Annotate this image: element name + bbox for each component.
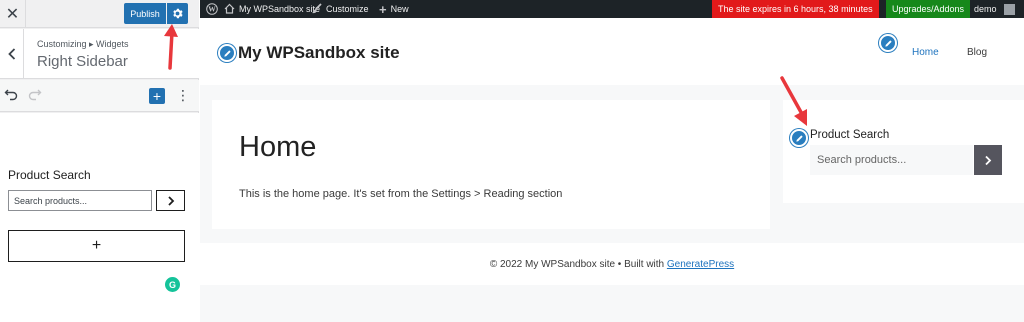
customize-label: Customize (326, 4, 369, 14)
edit-shortcut-icon[interactable] (790, 129, 808, 147)
home-icon (224, 3, 235, 16)
new-label: New (390, 4, 409, 14)
search-input[interactable]: Search products... (8, 190, 152, 211)
right-sidebar-widget: Product Search Search products... (783, 100, 1024, 203)
close-icon[interactable]: ✕ (0, 0, 26, 28)
site-preview: My WPSandbox site Home Blog Home This is… (200, 18, 1024, 322)
add-block-appender[interactable]: + (8, 230, 185, 262)
user-label: demo (974, 4, 997, 14)
undo-icon[interactable] (4, 87, 18, 106)
redo-icon[interactable] (28, 87, 42, 106)
back-icon[interactable] (0, 29, 24, 79)
widget-area-editor: Product Search Search products... + G (0, 113, 199, 322)
page-body-text: This is the home page. It's set from the… (239, 188, 563, 200)
page-content: Home This is the home page. It's set fro… (212, 100, 770, 229)
plus-icon: + (379, 1, 387, 17)
footer-text: © 2022 My WPSandbox site • Built with Ge… (200, 259, 1024, 270)
edit-shortcut-icon[interactable] (879, 34, 897, 52)
admin-bar: W My WPSandbox site Customize + New The … (200, 0, 1024, 18)
product-search-button[interactable] (974, 145, 1002, 175)
admin-bar-customize[interactable]: Customize (311, 0, 369, 18)
site-title[interactable]: My WPSandbox site (238, 43, 400, 63)
avatar (1003, 3, 1015, 15)
grammarly-icon[interactable]: G (165, 277, 180, 292)
site-name-label: My WPSandbox site (239, 4, 321, 14)
site-expiry-notice: The site expires in 6 hours, 38 minutes (712, 0, 879, 18)
edit-shortcut-icon[interactable] (218, 44, 236, 62)
admin-bar-site-name[interactable]: My WPSandbox site (224, 0, 320, 18)
more-options-icon[interactable]: ⋮ (176, 87, 190, 103)
product-search-input[interactable]: Search products... (810, 145, 973, 175)
nav-item-blog[interactable]: Blog (967, 47, 987, 58)
wp-logo-icon[interactable]: W (206, 0, 218, 18)
widget-title: Product Search (810, 129, 890, 141)
generatepress-link[interactable]: GeneratePress (667, 259, 734, 270)
customizer-sidebar: ✕ Publish Customizing ▸ Widgets Right Si… (0, 0, 199, 322)
nav-item-home[interactable]: Home (912, 47, 939, 58)
section-title: Right Sidebar (37, 53, 128, 70)
page-title: Home (239, 131, 317, 163)
widget-title: Product Search (8, 168, 91, 182)
annotation-arrow-publish (164, 24, 178, 70)
footer-copyright: © 2022 My WPSandbox site • Built with (489, 259, 667, 270)
site-footer: © 2022 My WPSandbox site • Built with Ge… (200, 243, 1024, 285)
customizer-screen: ✕ Publish Customizing ▸ Widgets Right Si… (0, 0, 1024, 322)
breadcrumb: Customizing ▸ Widgets (37, 39, 129, 49)
brush-icon (311, 2, 322, 16)
svg-text:W: W (208, 5, 216, 14)
add-block-button[interactable]: + (149, 88, 165, 104)
search-button[interactable] (156, 190, 185, 211)
site-header: My WPSandbox site Home Blog (200, 18, 1024, 85)
admin-bar-user[interactable]: demo (974, 0, 1015, 18)
admin-bar-new[interactable]: + New (379, 0, 409, 18)
block-toolbar: + ⋮ (0, 80, 199, 112)
annotation-arrow-widget (780, 76, 807, 126)
upgrades-addons-link[interactable]: Upgrades/Addons (886, 0, 971, 18)
